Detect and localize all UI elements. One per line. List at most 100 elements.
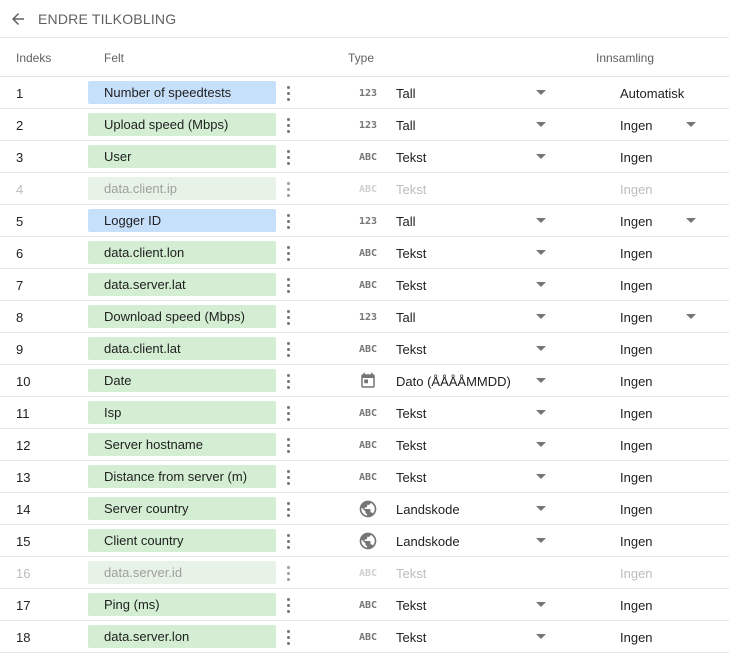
type-select-value[interactable]: Tekst (396, 598, 426, 613)
type-select-value[interactable]: Tall (396, 86, 416, 101)
type-dropdown-arrow-icon[interactable] (536, 442, 546, 447)
type-select-value[interactable]: Tall (396, 118, 416, 133)
aggregation-value[interactable]: Ingen (620, 214, 653, 229)
type-select-value[interactable]: Tekst (396, 630, 426, 645)
type-select-value: Tekst (396, 182, 427, 197)
type-dropdown-arrow-icon[interactable] (536, 634, 546, 639)
aggregation-value: Ingen (620, 182, 653, 197)
field-name-chip[interactable]: User (88, 145, 276, 168)
field-name-chip[interactable]: Client country (88, 529, 276, 552)
table-row: 14 Server country Landskode Ingen (0, 493, 729, 525)
more-vert-icon[interactable] (280, 81, 296, 105)
aggregation-value: Ingen (620, 438, 653, 453)
type-select-value[interactable]: Landskode (396, 502, 460, 517)
type-dropdown-arrow-icon[interactable] (536, 250, 546, 255)
type-select-value[interactable]: Tekst (396, 470, 426, 485)
type-select-value[interactable]: Tekst (396, 438, 426, 453)
aggregation-value: Ingen (620, 406, 653, 421)
page-title: ENDRE TILKOBLING (38, 10, 177, 27)
field-name-chip[interactable]: data.server.lat (88, 273, 276, 296)
field-name-chip[interactable]: Distance from server (m) (88, 465, 276, 488)
type-dropdown-arrow-icon[interactable] (536, 506, 546, 511)
type-select-value[interactable]: Landskode (396, 534, 460, 549)
type-dropdown-arrow-icon[interactable] (536, 602, 546, 607)
field-name-chip[interactable]: Date (88, 369, 276, 392)
table-row: 9 data.client.lat ABC Tekst Ingen (0, 333, 729, 365)
type-select-value[interactable]: Dato (ÅÅÅÅMMDD) (396, 374, 511, 389)
table-row: 10 Date Dato (ÅÅÅÅMMDD) Ingen (0, 365, 729, 397)
type-select-value: Tekst (396, 566, 427, 581)
type-select-value[interactable]: Tekst (396, 342, 426, 357)
type-dropdown-arrow-icon[interactable] (536, 538, 546, 543)
more-vert-icon[interactable] (280, 113, 296, 137)
row-index: 11 (16, 406, 30, 421)
type-dropdown-arrow-icon[interactable] (536, 122, 546, 127)
type-dropdown-arrow-icon[interactable] (536, 90, 546, 95)
aggregation-value[interactable]: Ingen (620, 310, 653, 325)
type-dropdown-arrow-icon[interactable] (536, 410, 546, 415)
field-name-chip[interactable]: data.client.lat (88, 337, 276, 360)
type-dropdown-arrow-icon[interactable] (536, 474, 546, 479)
field-name-chip[interactable]: data.server.id (88, 561, 276, 584)
more-vert-icon[interactable] (280, 529, 296, 553)
more-vert-icon[interactable] (280, 209, 296, 233)
more-vert-icon[interactable] (280, 625, 296, 649)
type-select-value[interactable]: Tekst (396, 246, 426, 261)
row-index: 10 (16, 374, 31, 389)
field-name-chip[interactable]: Server country (88, 497, 276, 520)
field-name-chip[interactable]: data.client.ip (88, 177, 276, 200)
type-dropdown-arrow-icon[interactable] (536, 282, 546, 287)
row-index: 1 (16, 86, 24, 101)
field-name-chip[interactable]: Ping (ms) (88, 593, 276, 616)
more-vert-icon[interactable] (280, 433, 296, 457)
aggregation-value[interactable]: Ingen (620, 118, 653, 133)
more-vert-icon[interactable] (280, 337, 296, 361)
more-vert-icon[interactable] (280, 273, 296, 297)
field-name-chip[interactable]: Logger ID (88, 209, 276, 232)
aggregation-dropdown-arrow-icon[interactable] (686, 314, 696, 319)
arrow-left-icon[interactable] (9, 10, 27, 28)
type-dropdown-arrow-icon[interactable] (536, 314, 546, 319)
more-vert-icon[interactable] (280, 497, 296, 521)
field-name-chip[interactable]: Isp (88, 401, 276, 424)
row-index: 6 (16, 246, 24, 261)
aggregation-dropdown-arrow-icon[interactable] (686, 122, 696, 127)
more-vert-icon[interactable] (280, 465, 296, 489)
type-select-value[interactable]: Tall (396, 214, 416, 229)
calendar-icon (356, 372, 380, 390)
field-name-chip[interactable]: Server hostname (88, 433, 276, 456)
globe-icon (356, 500, 380, 518)
more-vert-icon[interactable] (280, 401, 296, 425)
back-button[interactable] (0, 1, 36, 37)
aggregation-dropdown-arrow-icon[interactable] (686, 218, 696, 223)
more-vert-icon[interactable] (280, 305, 296, 329)
table-row: 8 Download speed (Mbps) 123 Tall Ingen (0, 301, 729, 333)
type-select-value[interactable]: Tekst (396, 406, 426, 421)
type-select-value[interactable]: Tekst (396, 150, 426, 165)
field-name-chip[interactable]: Download speed (Mbps) (88, 305, 276, 328)
number-type-icon: 123 (358, 215, 378, 227)
more-vert-icon[interactable] (280, 593, 296, 617)
more-vert-icon[interactable] (280, 369, 296, 393)
more-vert-icon[interactable] (280, 145, 296, 169)
type-select-value[interactable]: Tekst (396, 278, 426, 293)
aggregation-value: Ingen (620, 278, 653, 293)
field-name-chip[interactable]: data.client.lon (88, 241, 276, 264)
text-type-icon: ABC (358, 439, 378, 451)
more-vert-icon[interactable] (280, 561, 296, 585)
field-name-chip[interactable]: Number of speedtests (88, 81, 276, 104)
field-name-chip[interactable]: Upload speed (Mbps) (88, 113, 276, 136)
field-name-chip[interactable]: data.server.lon (88, 625, 276, 648)
type-dropdown-arrow-icon[interactable] (536, 346, 546, 351)
type-dropdown-arrow-icon[interactable] (536, 378, 546, 383)
type-dropdown-arrow-icon[interactable] (536, 154, 546, 159)
more-vert-icon[interactable] (280, 177, 296, 201)
table-row: 16 data.server.id ABC Tekst Ingen (0, 557, 729, 589)
type-dropdown-arrow-icon[interactable] (536, 218, 546, 223)
more-vert-icon[interactable] (280, 241, 296, 265)
number-type-icon: 123 (358, 311, 378, 323)
type-select-value[interactable]: Tall (396, 310, 416, 325)
aggregation-value: Ingen (620, 150, 653, 165)
row-index: 14 (16, 502, 31, 517)
aggregation-value: Ingen (620, 598, 653, 613)
